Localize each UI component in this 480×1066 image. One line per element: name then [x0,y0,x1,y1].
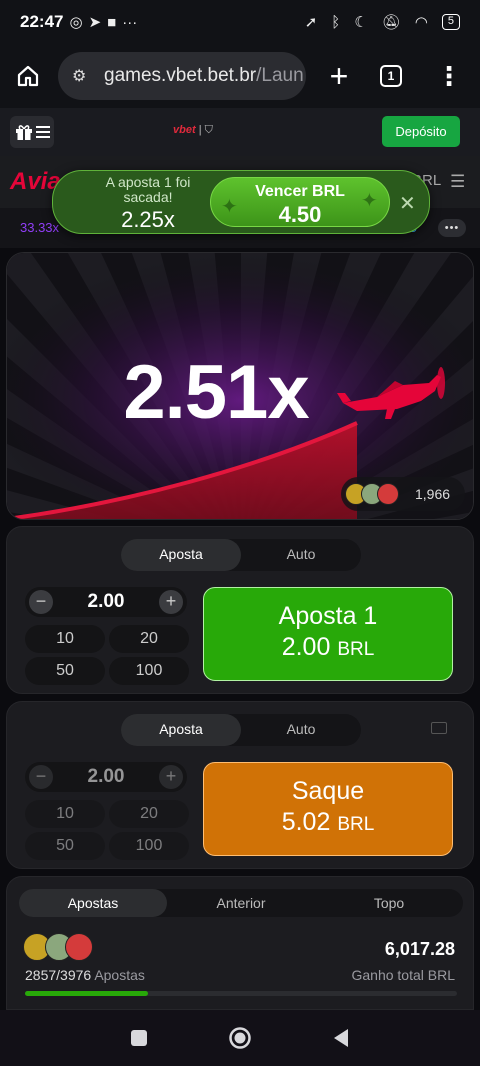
history-item: 33.33x [20,220,60,235]
telegram-icon: ➤ [88,14,102,31]
quick-amount-button[interactable]: 50 [25,832,105,860]
bets-count-label: Apostas [94,967,145,983]
location-icon: ➚ [304,14,318,31]
increase-button[interactable]: + [159,765,183,789]
quick-amount-button[interactable]: 100 [109,657,189,685]
star-icon: ✦ [361,190,378,212]
progress-fill [25,991,149,996]
quick-amount-button[interactable]: 20 [109,625,189,653]
status-time: 22:47 [20,12,64,31]
bet-panel-1: Aposta Auto − 2.00 + 10 20 50 100 Aposta… [6,526,474,694]
quick-amount-button[interactable]: 50 [25,657,105,685]
new-tab-button[interactable]: + [324,58,354,95]
place-bet-button[interactable]: Aposta 1 2.00 BRL [203,587,453,681]
bets-progress-bar [25,991,457,996]
bet-button-title: Aposta 1 [278,602,378,630]
bets-tabs: Apostas Anterior Topo [19,889,463,917]
cashout-multiplier: 2.25x [121,207,175,232]
url-path: /Laun [256,65,304,86]
shield-icon: | ⛉ [198,124,213,136]
recents-icon[interactable] [130,1029,148,1047]
status-bar: 22:47 ◎ ➤ ■ ··· ➚ ᛒ ☾ 🔕︎ ◠ 5 [0,0,480,44]
tab-auto[interactable]: Auto [241,714,361,746]
total-win: 6,017.28 [384,939,455,959]
bets-list-panel: Apostas Anterior Topo 2857/3976 Apostas … [6,876,474,1010]
gift-icon [15,125,32,140]
battery-icon: 5 [441,14,460,30]
bet-amount-value[interactable]: 2.00 [57,766,155,788]
tab-topo[interactable]: Topo [315,889,463,917]
bet-panel-2: Aposta Auto − 2.00 + 10 20 50 100 Saque … [6,701,474,869]
site-settings-icon[interactable]: ⚙︎ [72,66,94,86]
decrease-button[interactable]: − [29,590,53,614]
tab-aposta[interactable]: Aposta [121,714,241,746]
quick-amount-button[interactable]: 100 [109,832,189,860]
menu-lines-icon [35,126,50,138]
cashout-button[interactable]: Saque 5.02 BRL [203,762,453,856]
mute-bell-icon: 🔕︎ [381,14,401,31]
remove-panel-icon[interactable] [431,722,447,734]
bet-mode-switch: Aposta Auto [121,714,361,746]
deposit-button[interactable]: Depósito [382,116,460,147]
tab-auto[interactable]: Auto [241,539,361,571]
bluetooth-icon: ᛒ [331,13,341,31]
cashout-message: A aposta 1 foi sacada! [105,174,191,205]
tab-anterior[interactable]: Anterior [167,889,315,917]
bet-amount-stepper: − 2.00 + [25,587,187,617]
cashout-button-title: Saque [291,777,365,805]
bet-button-value: 2.00 [281,633,331,661]
history-more-button[interactable]: ••• [438,219,466,237]
quick-amount-button[interactable]: 20 [109,800,189,828]
star-icon: ✦ [221,196,238,218]
url-host: games.vbet.bet.br [104,65,257,86]
quick-amount-button[interactable]: 10 [25,625,105,653]
dnd-moon-icon: ☾ [354,14,368,31]
whatsapp-icon: ◎ [69,14,83,31]
game-menu-icon[interactable]: ☰ [450,172,465,192]
system-navbar [0,1010,480,1066]
total-win-label: Ganho total BRL [351,967,455,983]
browser-menu-icon[interactable]: ⋮ [436,63,462,89]
avatar [377,483,399,505]
players-count: 1,966 [415,486,451,502]
bets-count-value: 2857/3976 [25,967,92,983]
quick-amount-button[interactable]: 10 [25,800,105,828]
decrease-button[interactable]: − [29,765,53,789]
game-canvas: 2.51x 1,966 [6,252,474,520]
bet-amount-value[interactable]: 2.00 [57,591,155,613]
cashout-notification: A aposta 1 foi sacada! 2.25x ✦ ✦ Vencer … [52,170,430,234]
home-nav-icon[interactable] [228,1026,252,1050]
wifi-icon: ◠ [414,14,428,31]
tab-apostas[interactable]: Apostas [19,889,167,917]
cashout-button-currency: BRL [337,814,375,835]
bet-amount-stepper: − 2.00 + [25,762,187,792]
back-icon[interactable] [332,1028,350,1048]
bets-count: 2857/3976 Apostas [25,967,145,983]
win-amount-badge: ✦ ✦ Vencer BRL 4.50 [210,177,390,227]
increase-button[interactable]: + [159,590,183,614]
browser-toolbar: ⚙︎ games.vbet.bet.br/Laun + 1 ⋮ [0,44,480,108]
tab-switcher-button[interactable]: 1 [380,65,402,87]
promotions-button[interactable] [10,116,54,148]
more-notifications-icon: ··· [122,13,138,31]
home-icon [17,65,39,87]
status-icons: ➚ ᛒ ☾ 🔕︎ ◠ 5 [305,13,460,31]
logo-text: vbet [173,124,196,136]
tab-aposta[interactable]: Aposta [121,539,241,571]
video-icon: ■ [107,13,117,31]
bet-button-currency: BRL [337,639,375,660]
bet-mode-switch: Aposta Auto [121,539,361,571]
vbet-logo[interactable]: vbet | ⛉ [173,124,213,137]
close-icon[interactable]: ✕ [399,191,416,216]
players-counter: 1,966 [341,477,465,511]
url-bar[interactable]: ⚙︎ games.vbet.bet.br/Laun [58,52,306,100]
avatar [65,933,93,961]
home-button[interactable] [14,62,42,90]
current-multiplier: 2.51x [123,350,309,435]
cashout-button-value: 5.02 [281,808,331,836]
